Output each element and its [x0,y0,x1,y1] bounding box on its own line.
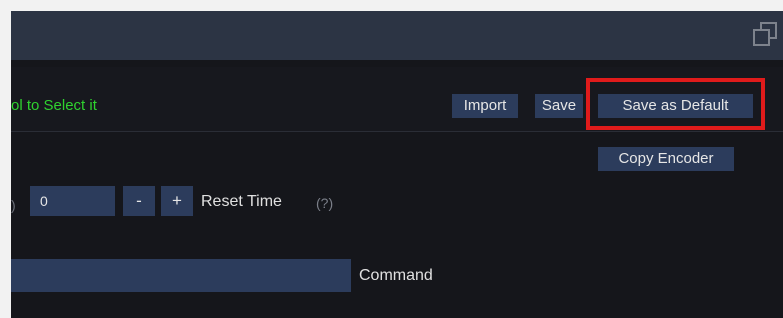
increment-button[interactable]: + [161,186,193,216]
copy-encoder-button[interactable]: Copy Encoder [598,147,734,171]
command-label: Command [359,267,433,284]
command-input[interactable] [11,259,351,292]
select-hint-text: ol to Select it [11,97,97,114]
restore-window-icon[interactable] [751,20,779,48]
import-button[interactable]: Import [452,94,518,118]
reset-time-help[interactable]: (?) [316,194,333,212]
title-bar [11,11,783,60]
save-button[interactable]: Save [535,94,583,118]
decrement-button[interactable]: - [123,186,155,216]
reset-time-input[interactable]: 0 [30,186,115,216]
reset-time-label: Reset Time [201,193,282,210]
save-as-default-button[interactable]: Save as Default [598,94,753,118]
help-fragment: ) [11,197,16,213]
app-window: ol to Select it Import Save Save as Defa… [11,11,783,318]
